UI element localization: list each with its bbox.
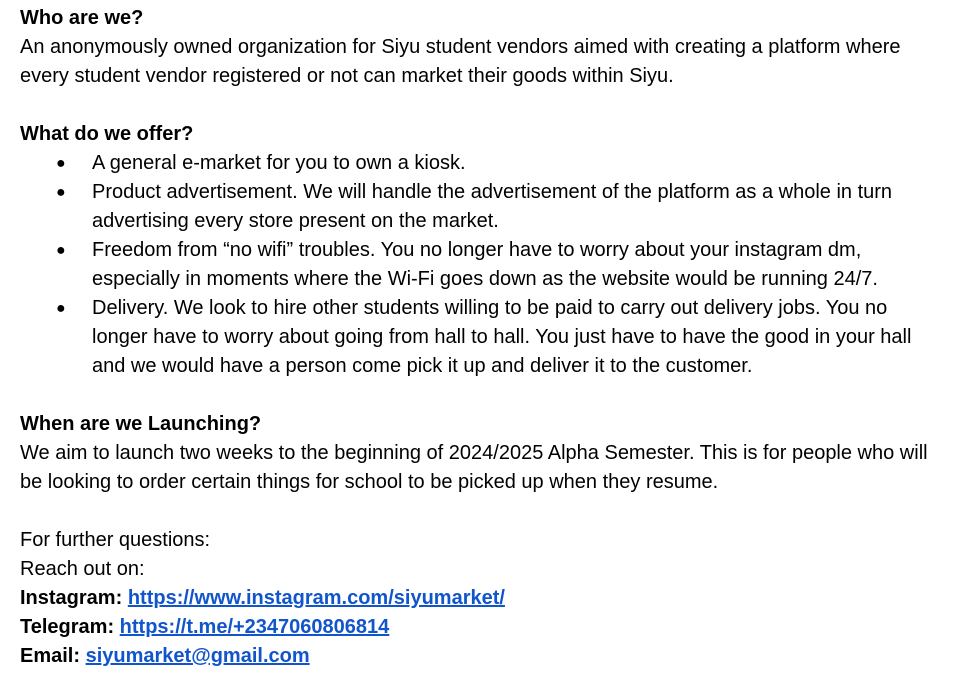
offer-item-text: A general e-market for you to own a kios… — [92, 152, 466, 174]
telegram-label: Telegram: — [20, 616, 115, 638]
list-item: ● Delivery. We look to hire other studen… — [20, 294, 941, 381]
instagram-label: Instagram: — [20, 587, 123, 609]
offer-item-text: Delivery. We look to hire other students… — [92, 297, 912, 377]
offer-heading: What do we offer? — [20, 123, 194, 145]
contact-reach: Reach out on: — [20, 558, 145, 580]
bullet-icon: ● — [56, 155, 66, 172]
telegram-line: Telegram: https://t.me/+2347060806814 — [20, 613, 941, 642]
instagram-line: Instagram: https://www.instagram.com/siy… — [20, 584, 941, 613]
instagram-link[interactable]: https://www.instagram.com/siyumarket/ — [128, 587, 505, 609]
list-item: ● A general e-market for you to own a ki… — [20, 149, 941, 178]
telegram-link[interactable]: https://t.me/+2347060806814 — [120, 616, 390, 638]
launch-text: We aim to launch two weeks to the beginn… — [20, 442, 928, 493]
bullet-icon: ● — [56, 242, 66, 259]
email-line: Email: siyumarket@gmail.com — [20, 642, 941, 671]
bullet-icon: ● — [56, 300, 66, 317]
offer-list: ● A general e-market for you to own a ki… — [20, 149, 941, 381]
offer-item-text: Freedom from “no wifi” troubles. You no … — [92, 239, 878, 290]
offer-item-text: Product advertisement. We will handle th… — [92, 181, 893, 232]
who-heading: Who are we? — [20, 7, 144, 29]
email-link[interactable]: siyumarket@gmail.com — [86, 645, 310, 667]
contact-intro: For further questions: — [20, 529, 211, 551]
bullet-icon: ● — [56, 184, 66, 201]
launch-heading: When are we Launching? — [20, 413, 262, 435]
list-item: ● Product advertisement. We will handle … — [20, 178, 941, 236]
list-item: ● Freedom from “no wifi” troubles. You n… — [20, 236, 941, 294]
document-body: Who are we? An anonymously owned organiz… — [0, 0, 941, 671]
who-text: An anonymously owned organization for Si… — [20, 36, 901, 87]
email-label: Email: — [20, 645, 81, 667]
